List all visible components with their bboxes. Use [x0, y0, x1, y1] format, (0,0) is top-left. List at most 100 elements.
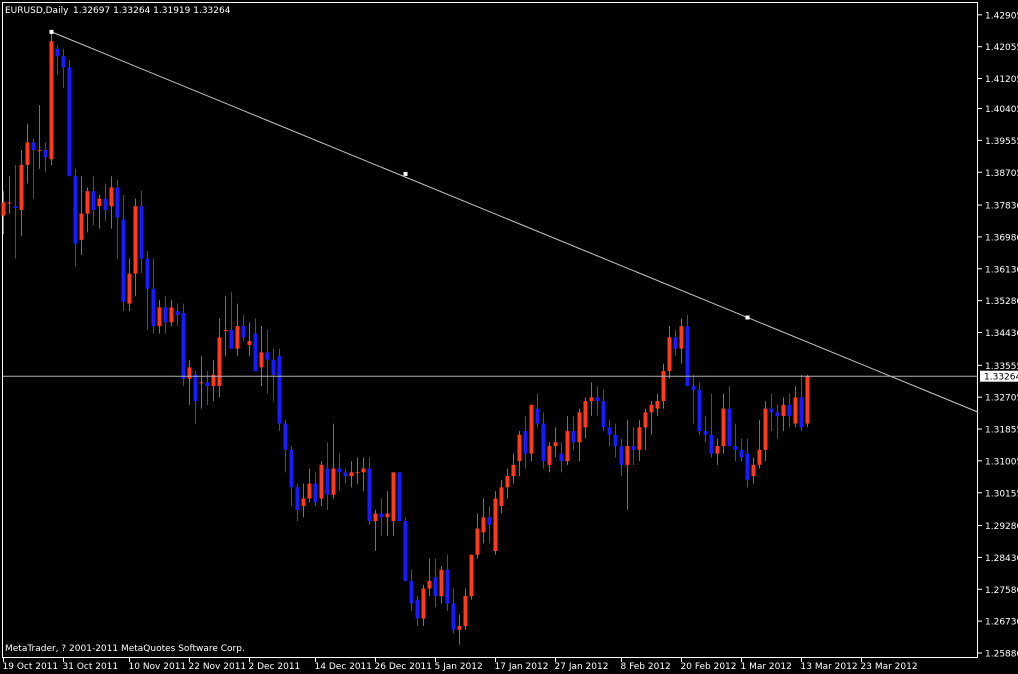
candle-body	[331, 468, 336, 495]
candle-body	[679, 326, 684, 349]
candle	[67, 59, 72, 177]
candle-body	[649, 404, 654, 413]
candle-body	[763, 408, 768, 450]
chart-symbol-label: EURUSD,Daily	[5, 6, 69, 16]
candle	[403, 517, 408, 582]
candle	[49, 31, 54, 165]
candle-body	[295, 487, 300, 510]
candle-body	[517, 434, 522, 462]
candle-body	[559, 453, 564, 462]
candle-body	[79, 213, 84, 240]
candle-body	[187, 367, 192, 379]
candle-body	[151, 288, 156, 327]
time-tick-label: 26 Dec 2011	[375, 662, 433, 672]
candle-body	[181, 313, 186, 379]
candle-body	[229, 329, 234, 349]
candle	[493, 491, 498, 555]
candle-body	[445, 569, 450, 604]
candle-body	[571, 431, 576, 443]
candle-body	[523, 431, 528, 454]
candle-body	[685, 326, 690, 387]
candle-body	[565, 431, 570, 462]
candle-body	[469, 554, 474, 597]
candle-body	[661, 371, 666, 402]
candle-body	[271, 359, 276, 375]
price-chart[interactable]: 1.42905 1.42055 1.41205 1.40405 1.39555 1.387…	[0, 0, 1018, 674]
candle-body	[451, 603, 456, 630]
time-tick-label: 14 Dec 2011	[315, 662, 373, 672]
price-tick-label: 1.36980	[985, 233, 1018, 243]
candle-body	[37, 149, 42, 151]
trendline-anchor-handle[interactable]	[49, 29, 54, 34]
candle-body	[133, 206, 138, 274]
candle	[697, 382, 702, 435]
candle-body	[91, 191, 96, 210]
time-tick-label: 2 Dec 2011	[249, 662, 301, 672]
candle-body	[481, 517, 486, 533]
time-tick-label: 20 Feb 2012	[681, 662, 737, 672]
candle-body	[499, 487, 504, 507]
candle-body	[493, 498, 498, 552]
candle-body	[607, 427, 612, 435]
candle-body	[283, 423, 288, 450]
copyright-text: MetaTrader, ? 2001-2011 MetaQuotes Softw…	[5, 644, 245, 654]
trendline-anchor-handle[interactable]	[403, 171, 408, 176]
candle-body	[691, 386, 696, 390]
candle-body	[139, 206, 144, 259]
candle-body	[235, 326, 240, 349]
candle-body	[25, 142, 30, 165]
candle-body	[601, 401, 606, 428]
candle-body	[619, 446, 624, 465]
candle-body	[289, 449, 294, 488]
candle-body	[421, 588, 426, 619]
trendline-anchor-handle[interactable]	[745, 315, 750, 320]
candle	[529, 404, 534, 462]
candle-body	[655, 401, 660, 409]
price-tick-label: 1.30155	[985, 489, 1018, 499]
candle-body	[487, 517, 492, 525]
candle-body	[319, 464, 324, 499]
candle-body	[745, 453, 750, 480]
candle-body	[385, 513, 390, 518]
candle	[397, 472, 402, 522]
price-tick-label: 1.31005	[985, 457, 1018, 467]
price-tick-label: 1.29280	[985, 522, 1018, 532]
candle-body	[97, 198, 102, 207]
candle-body	[787, 404, 792, 417]
price-tick-label: 1.26730	[985, 618, 1018, 628]
candle-body	[193, 374, 198, 402]
candle-body	[109, 187, 114, 207]
time-tick-label: 19 Oct 2011	[3, 662, 59, 672]
candle-body	[7, 202, 12, 204]
candle-body	[751, 464, 756, 477]
price-tick-label: 1.27580	[985, 586, 1018, 596]
candle-body	[721, 408, 726, 447]
candle-body	[757, 449, 762, 465]
candle-body	[61, 56, 66, 68]
candle-body	[175, 311, 180, 315]
candle-body	[775, 412, 780, 417]
candle-body	[127, 273, 132, 304]
price-tick-label: 1.31855	[985, 426, 1018, 436]
candle-body	[583, 401, 588, 428]
candle-body	[739, 449, 744, 458]
candle-body	[115, 187, 120, 218]
time-tick-label: 10 Nov 2011	[129, 662, 187, 672]
candle-body	[703, 431, 708, 435]
candle-body	[427, 581, 432, 589]
candle-body	[511, 464, 516, 477]
time-tick-label: 13 Mar 2012	[801, 662, 858, 672]
candle-body	[253, 333, 258, 372]
candle-body	[217, 337, 222, 387]
candle-body	[439, 569, 444, 597]
candle-body	[121, 219, 126, 302]
candle-body	[307, 483, 312, 499]
price-tick-label: 1.34430	[985, 329, 1018, 339]
time-tick-label: 17 Jan 2012	[495, 662, 549, 672]
candle-body	[577, 412, 582, 443]
price-tick-label: 1.42055	[985, 43, 1018, 53]
candle-body	[103, 198, 108, 210]
candle-body	[715, 446, 720, 454]
candle-body	[1, 202, 6, 216]
candle-body	[265, 352, 270, 360]
